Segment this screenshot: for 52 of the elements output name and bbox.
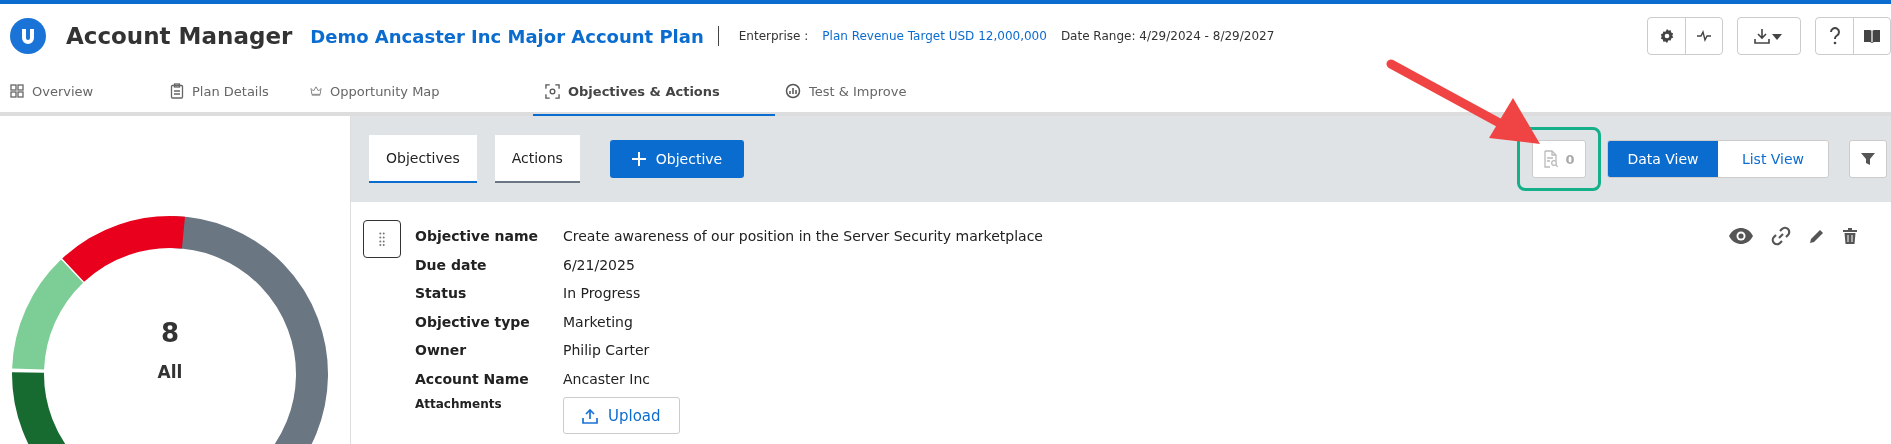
nav-tab[interactable]: Opportunity Map [300, 68, 533, 116]
filter-icon [1861, 152, 1875, 166]
date-range: Date Range: 4/29/2024 - 8/29/2027 [1060, 29, 1275, 43]
all-label: All [157, 362, 183, 382]
view-toggle-button[interactable]: List View [1718, 141, 1828, 177]
field-value: In Progress [563, 285, 641, 302]
sub-tab[interactable]: Objectives [369, 135, 477, 183]
nav-tab[interactable]: Plan Details [160, 68, 300, 116]
book-icon [1863, 29, 1881, 43]
field-label: Owner [415, 342, 468, 359]
field-value: Ancaster Inc [563, 370, 651, 387]
settings-icon [1658, 28, 1675, 44]
total-count: 8 [160, 318, 180, 348]
field-label: Objective name [415, 228, 539, 245]
chart-circle-icon [785, 83, 801, 99]
clipboard-icon [170, 83, 184, 99]
logo-icon [10, 18, 46, 54]
field-label: Status [415, 285, 468, 302]
pencil-icon[interactable] [1809, 228, 1825, 244]
field-value: Marketing [563, 313, 633, 330]
field-value: Philip Carter [563, 342, 650, 359]
plan-name[interactable]: Demo Ancaster Inc Major Account Plan [310, 25, 704, 47]
field-label: Attachments [415, 397, 503, 411]
nav-tab[interactable]: Overview [0, 68, 160, 116]
upload-button[interactable]: Upload [563, 397, 680, 434]
enterprise-label: Enterprise : [738, 29, 809, 43]
revenue-target-link[interactable]: Plan Revenue Target USD 12,000,000 [822, 29, 1047, 43]
drag-handle[interactable] [363, 220, 401, 258]
trash-icon[interactable] [1843, 228, 1857, 244]
field-label: Due date [415, 256, 488, 273]
pulse-icon [1696, 28, 1712, 44]
field-value: Create awareness of our position in the Server Security marketplace [563, 228, 1043, 245]
document-search-icon [1543, 150, 1560, 168]
field-label: Objective type [415, 313, 531, 330]
dots-icon [379, 232, 385, 246]
crown-icon [310, 86, 322, 96]
upload-icon [582, 407, 598, 424]
focus-icon [545, 83, 560, 99]
field-label: Account Name [415, 370, 530, 387]
plus-icon [631, 152, 646, 166]
sub-tab[interactable]: Actions [494, 135, 580, 183]
download-icon [1754, 28, 1784, 44]
app-title: Account Manager [66, 23, 293, 49]
nav-tab[interactable]: Test & Improve [775, 68, 919, 116]
eye-icon[interactable] [1729, 228, 1753, 244]
link-icon[interactable] [1771, 226, 1791, 246]
field-value: 6/21/2025 [563, 256, 635, 273]
view-toggle-button[interactable]: Data View [1608, 141, 1718, 177]
add-objective-button[interactable]: Objective [609, 140, 745, 178]
question-icon [1828, 27, 1841, 45]
filter-button[interactable] [1849, 140, 1887, 178]
grid-icon [10, 84, 24, 98]
